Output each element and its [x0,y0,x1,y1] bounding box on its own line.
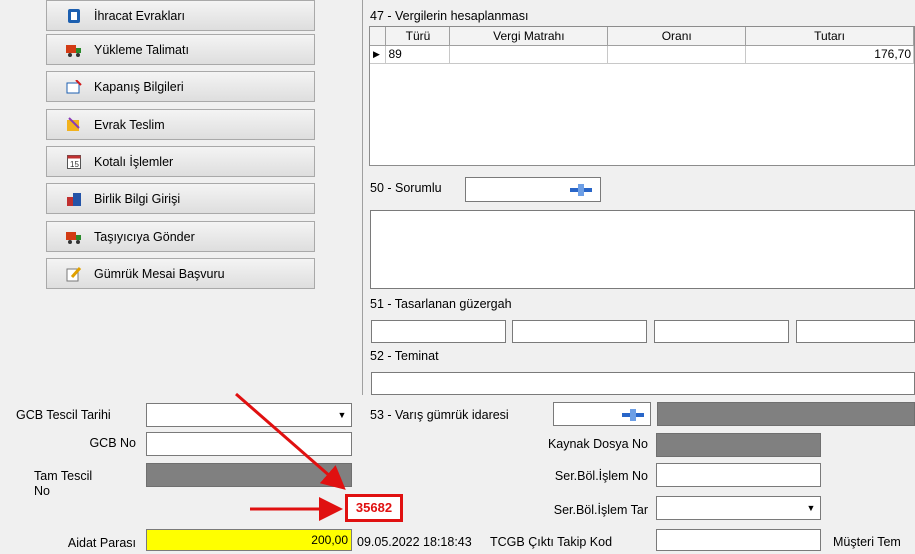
annotation-arrows [235,392,346,521]
annotation-arrow-diagonal [235,392,346,490]
